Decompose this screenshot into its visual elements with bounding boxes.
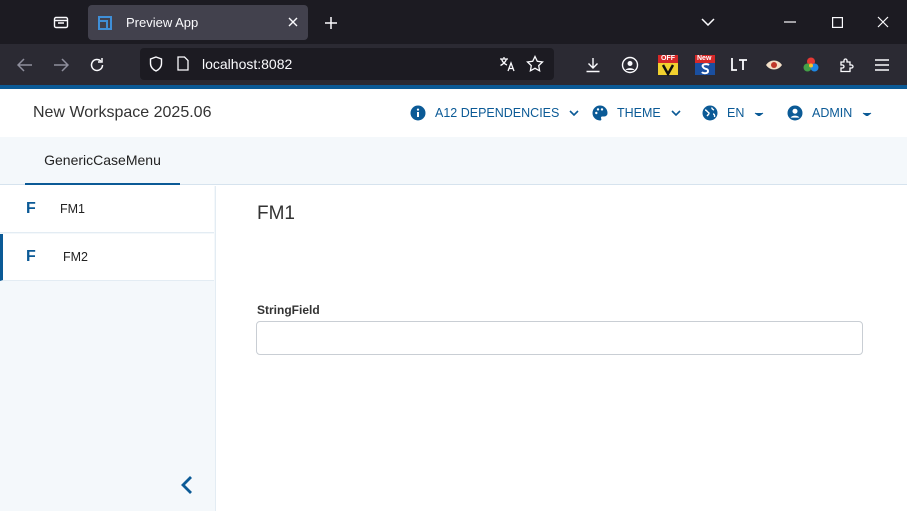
theme-label: THEME [617,106,661,120]
new-tab-icon[interactable] [318,10,344,36]
chevron-down-icon [755,112,764,116]
account-icon[interactable] [617,52,643,78]
app-favicon-icon [98,15,112,30]
sidebar-item-label: FM1 [60,202,85,216]
app-title: New Workspace 2025.06 [33,104,212,121]
chevron-down-icon [671,110,681,116]
globe-icon [702,105,718,121]
admin-menu[interactable]: ADMIN [787,105,872,121]
back-icon[interactable] [11,51,39,79]
string-field-label: StringField [257,303,320,317]
chevron-down-icon [862,112,872,116]
close-window-icon[interactable] [863,6,903,38]
browser-toolbar: localhost:8082 OFF New [0,44,907,85]
browser-tab[interactable]: Preview App [88,5,308,40]
form-panel: FM1 StringField [217,186,907,511]
tab-overview-icon[interactable] [42,6,80,38]
reload-icon[interactable] [83,51,111,79]
form-type-badge: F [26,200,36,217]
bookmark-star-icon[interactable] [526,55,544,73]
extension-new-icon[interactable]: New [692,52,718,78]
extension-off-icon[interactable]: OFF [655,52,681,78]
page-icon [177,56,189,71]
case-menu-bar: GenericCaseMenu [0,137,907,185]
chevron-down-icon [569,110,579,116]
color-picker-icon[interactable] [798,52,824,78]
minimize-icon[interactable] [770,6,810,38]
extensions-puzzle-icon[interactable] [834,52,860,78]
sidebar-item-fm1[interactable]: F FM1 [0,186,214,233]
form-title: FM1 [257,203,295,224]
info-icon [410,105,426,121]
forward-icon[interactable] [47,51,75,79]
admin-label: ADMIN [812,106,853,120]
languagetool-icon[interactable] [726,52,752,78]
browser-tab-strip: Preview App [0,0,907,44]
sidebar-item-fm2[interactable]: F FM2 [0,234,214,281]
a12-dependencies-label: A12 DEPENDENCIES [435,106,560,120]
eye-extension-icon[interactable] [761,52,787,78]
language-label: EN [727,106,745,120]
maximize-icon[interactable] [817,6,857,38]
shield-icon[interactable] [149,56,163,72]
sidebar: F FM1 F FM2 [0,186,216,511]
form-type-badge: F [26,248,36,265]
a12-dependencies-menu[interactable]: A12 DEPENDENCIES [410,105,579,121]
sidebar-item-label: FM2 [63,250,88,264]
url-text: localhost:8082 [202,56,293,72]
user-icon [787,105,803,121]
url-bar[interactable]: localhost:8082 [140,48,554,80]
palette-icon [592,105,608,121]
translate-icon[interactable] [498,55,516,73]
language-menu[interactable]: EN [702,105,764,121]
extension-new-badge: New [697,55,712,62]
tab-list-chevron-icon[interactable] [688,6,728,38]
close-tab-icon[interactable] [284,13,302,31]
extension-off-badge: OFF [661,55,675,62]
collapse-sidebar-icon[interactable] [176,472,198,498]
app-header: New Workspace 2025.06 A12 DEPENDENCIES T… [0,89,907,137]
theme-menu[interactable]: THEME [592,105,681,121]
tab-title: Preview App [126,15,199,30]
hamburger-menu-icon[interactable] [869,52,895,78]
tab-generic-case-menu[interactable]: GenericCaseMenu [25,137,180,185]
download-icon[interactable] [580,52,606,78]
string-field-input[interactable] [256,321,863,355]
